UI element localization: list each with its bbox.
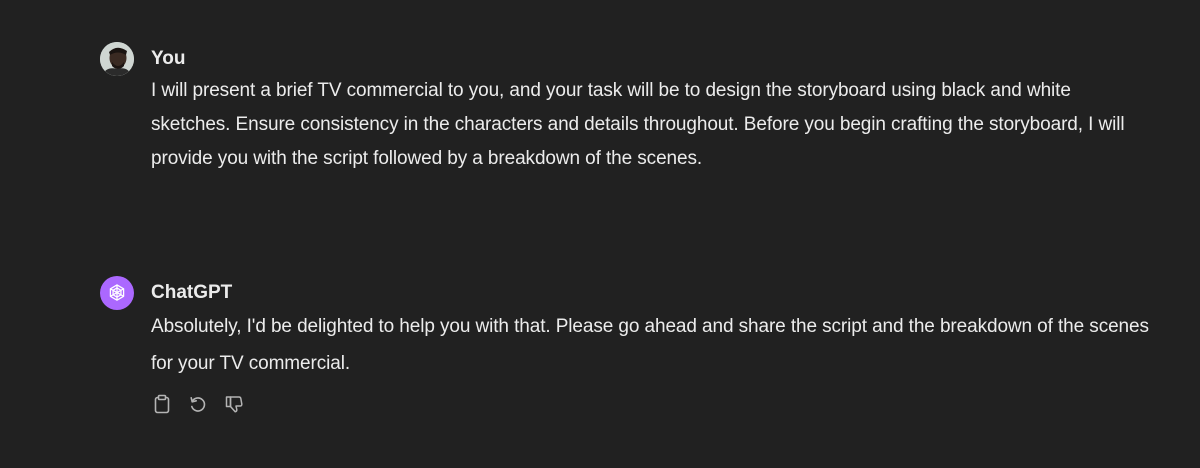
dislike-button[interactable] (224, 394, 244, 414)
user-author-name: You (151, 48, 186, 69)
user-message-text: I will present a brief TV commercial to … (151, 80, 1125, 169)
assistant-message-text: Absolutely, I'd be delighted to help you… (151, 316, 1149, 374)
assistant-avatar (100, 276, 134, 310)
copy-button[interactable] (152, 394, 172, 414)
regenerate-button[interactable] (188, 394, 208, 414)
assistant-author-name: ChatGPT (151, 282, 233, 303)
openai-logo-icon (109, 284, 125, 301)
thumbs-down-icon (225, 396, 243, 413)
clipboard-icon (154, 394, 170, 414)
regenerate-icon (190, 397, 206, 412)
user-avatar (100, 42, 134, 76)
message-actions (152, 394, 1151, 414)
user-photo-icon (100, 42, 134, 76)
